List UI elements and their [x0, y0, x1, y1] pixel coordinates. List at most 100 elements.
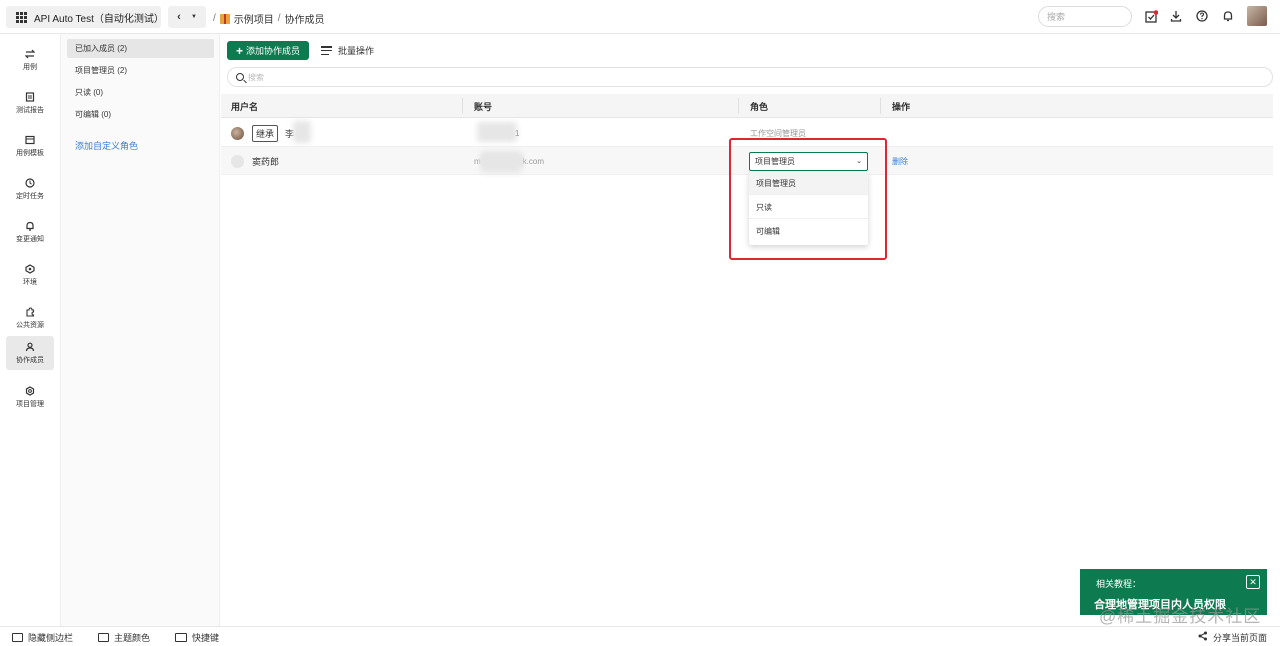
member-icon [25, 342, 35, 352]
breadcrumb-current-page: 协作成员 [284, 15, 325, 26]
account-suffix: k.com [522, 156, 545, 166]
role-option-editable[interactable]: 可编辑 [749, 220, 868, 243]
rail-item-change-notice[interactable]: 变更通知 [6, 215, 54, 249]
puzzle-icon [25, 306, 35, 317]
username-cell: 继承 李 [231, 119, 294, 147]
breadcrumb-separator: / [213, 13, 216, 24]
rail-item-label: 用例 [23, 63, 37, 71]
redacted-block [293, 121, 311, 143]
column-header-account: 账号 [474, 101, 493, 112]
help-icon[interactable] [1195, 9, 1209, 23]
rail-item-label: 项目管理 [16, 400, 44, 408]
bottom-bar: 隐藏侧边栏 主题颜色 快捷键 分享当前页面 [0, 626, 1280, 646]
member-search-input[interactable]: 搜索 [227, 67, 1273, 87]
add-custom-role-link[interactable]: 添加自定义角色 [75, 139, 138, 152]
share-page-label: 分享当前页面 [1213, 632, 1268, 643]
redacted-block [481, 151, 521, 173]
bell-icon [25, 221, 35, 231]
search-icon [236, 73, 244, 81]
rail-item-public-resources[interactable]: 公共资源 [6, 301, 54, 335]
rail-item-label: 测试报告 [16, 106, 44, 114]
member-filter-sidebar: 已加入成员 (2) 项目管理员 (2) 只读 (0) 可编辑 (0) 添加自定义… [61, 34, 220, 626]
column-header-role: 角色 [750, 101, 769, 112]
shortcuts-button[interactable]: 快捷键 [175, 630, 219, 644]
members-panel: + 添加协作成员 批量操作 搜索 用户名 账号 角色 操作 继承 李 1 工作空… [221, 34, 1280, 626]
apps-grid-icon [16, 11, 27, 23]
report-icon [25, 91, 35, 102]
rail-item-label: 公共资源 [16, 321, 44, 329]
project-gift-icon [219, 13, 230, 24]
environment-icon [25, 263, 35, 274]
add-collaborator-label: 添加协作成员 [246, 46, 301, 56]
history-nav-button[interactable]: ‹ ▼ [168, 6, 206, 28]
role-cell: 工作空间管理员 [750, 128, 806, 138]
watermark: @稀土掘金技术社区 [1099, 607, 1262, 626]
breadcrumb-separator: / [277, 13, 281, 24]
rail-item-label: 变更通知 [16, 235, 44, 243]
shirt-icon [98, 632, 109, 642]
add-collaborator-button[interactable]: + 添加协作成员 [227, 41, 309, 60]
shortcuts-label: 快捷键 [192, 632, 220, 643]
keyboard-icon [175, 632, 187, 642]
close-icon[interactable]: ✕ [1246, 575, 1260, 589]
rail-item-environment[interactable]: 环境 [6, 258, 54, 292]
chevron-left-icon: ‹ [177, 11, 181, 23]
sidebar-toggle-icon [12, 632, 23, 642]
role-dropdown-menu: 项目管理员 只读 可编辑 [749, 172, 868, 245]
workspace-switcher[interactable]: API Auto Test（自动化测试） [6, 6, 164, 28]
hide-sidebar-label: 隐藏侧边栏 [28, 632, 74, 643]
rail-item-label: 用例模板 [16, 149, 44, 157]
batch-operation-button[interactable]: 批量操作 [321, 43, 374, 58]
rail-item-label: 协作成员 [16, 356, 44, 364]
avatar [231, 126, 244, 140]
search-placeholder: 搜索 [248, 72, 264, 82]
filter-project-admins[interactable]: 项目管理员 (2) [67, 61, 214, 80]
redacted-block [477, 122, 517, 142]
batch-operation-label: 批量操作 [338, 46, 375, 56]
tutorial-label: 相关教程： [1096, 579, 1142, 589]
table-row: 窦药郎 m k.com [221, 147, 1273, 175]
rail-item-cases[interactable]: 用例 [6, 43, 54, 77]
swap-icon [25, 49, 35, 59]
top-bar: API Auto Test（自动化测试） ‹ ▼ / 示例项目 / 协作成员 搜… [0, 0, 1280, 34]
breadcrumb: / 示例项目 / 协作成员 [213, 11, 325, 26]
role-select-value: 项目管理员 [755, 157, 795, 166]
primary-nav-rail: 用例 测试报告 用例模板 定时任务 变更通知 环境 公共资源 协作成员 项目管理 [0, 34, 61, 626]
account-prefix: m [474, 156, 481, 166]
share-page-button[interactable]: 分享当前页面 [1198, 630, 1267, 644]
rail-item-case-template[interactable]: 用例模板 [6, 129, 54, 163]
filter-joined-members[interactable]: 已加入成员 (2) [67, 39, 214, 58]
username-cell: 窦药郎 [231, 147, 279, 175]
rail-item-project-management[interactable]: 项目管理 [6, 380, 54, 414]
filter-editable[interactable]: 可编辑 (0) [67, 105, 214, 124]
username: 窦药郎 [252, 156, 280, 167]
chevron-down-icon: ⌄ [856, 158, 862, 165]
avatar [231, 154, 244, 168]
share-icon [1198, 631, 1208, 643]
user-avatar[interactable] [1247, 6, 1267, 26]
task-check-icon[interactable] [1144, 9, 1158, 23]
download-icon[interactable] [1169, 9, 1183, 23]
column-divider [738, 98, 739, 114]
role-option-project-admin[interactable]: 项目管理员 [749, 172, 868, 195]
clock-icon [25, 177, 35, 188]
column-divider [880, 98, 881, 114]
rail-item-collaborators[interactable]: 协作成员 [6, 336, 54, 370]
rail-item-test-report[interactable]: 测试报告 [6, 86, 54, 120]
role-select[interactable]: 项目管理员 ⌄ [749, 152, 868, 171]
rail-item-scheduled-tasks[interactable]: 定时任务 [6, 172, 54, 206]
caret-down-icon: ▼ [190, 14, 197, 20]
notification-bell-icon[interactable] [1221, 9, 1235, 23]
hide-sidebar-button[interactable]: 隐藏侧边栏 [12, 630, 73, 644]
delete-member-link[interactable]: 删除 [892, 156, 908, 167]
global-search-input[interactable]: 搜索 [1038, 6, 1132, 27]
theme-color-button[interactable]: 主题颜色 [98, 630, 150, 644]
rail-item-label: 环境 [23, 278, 37, 286]
filter-readonly[interactable]: 只读 (0) [67, 83, 214, 102]
settings-icon [25, 385, 35, 396]
role-option-readonly[interactable]: 只读 [749, 196, 868, 219]
breadcrumb-project[interactable]: 示例项目 [234, 11, 274, 26]
table-row: 继承 李 1 工作空间管理员 [221, 119, 1273, 147]
column-header-username: 用户名 [231, 101, 259, 112]
template-icon [25, 135, 35, 145]
